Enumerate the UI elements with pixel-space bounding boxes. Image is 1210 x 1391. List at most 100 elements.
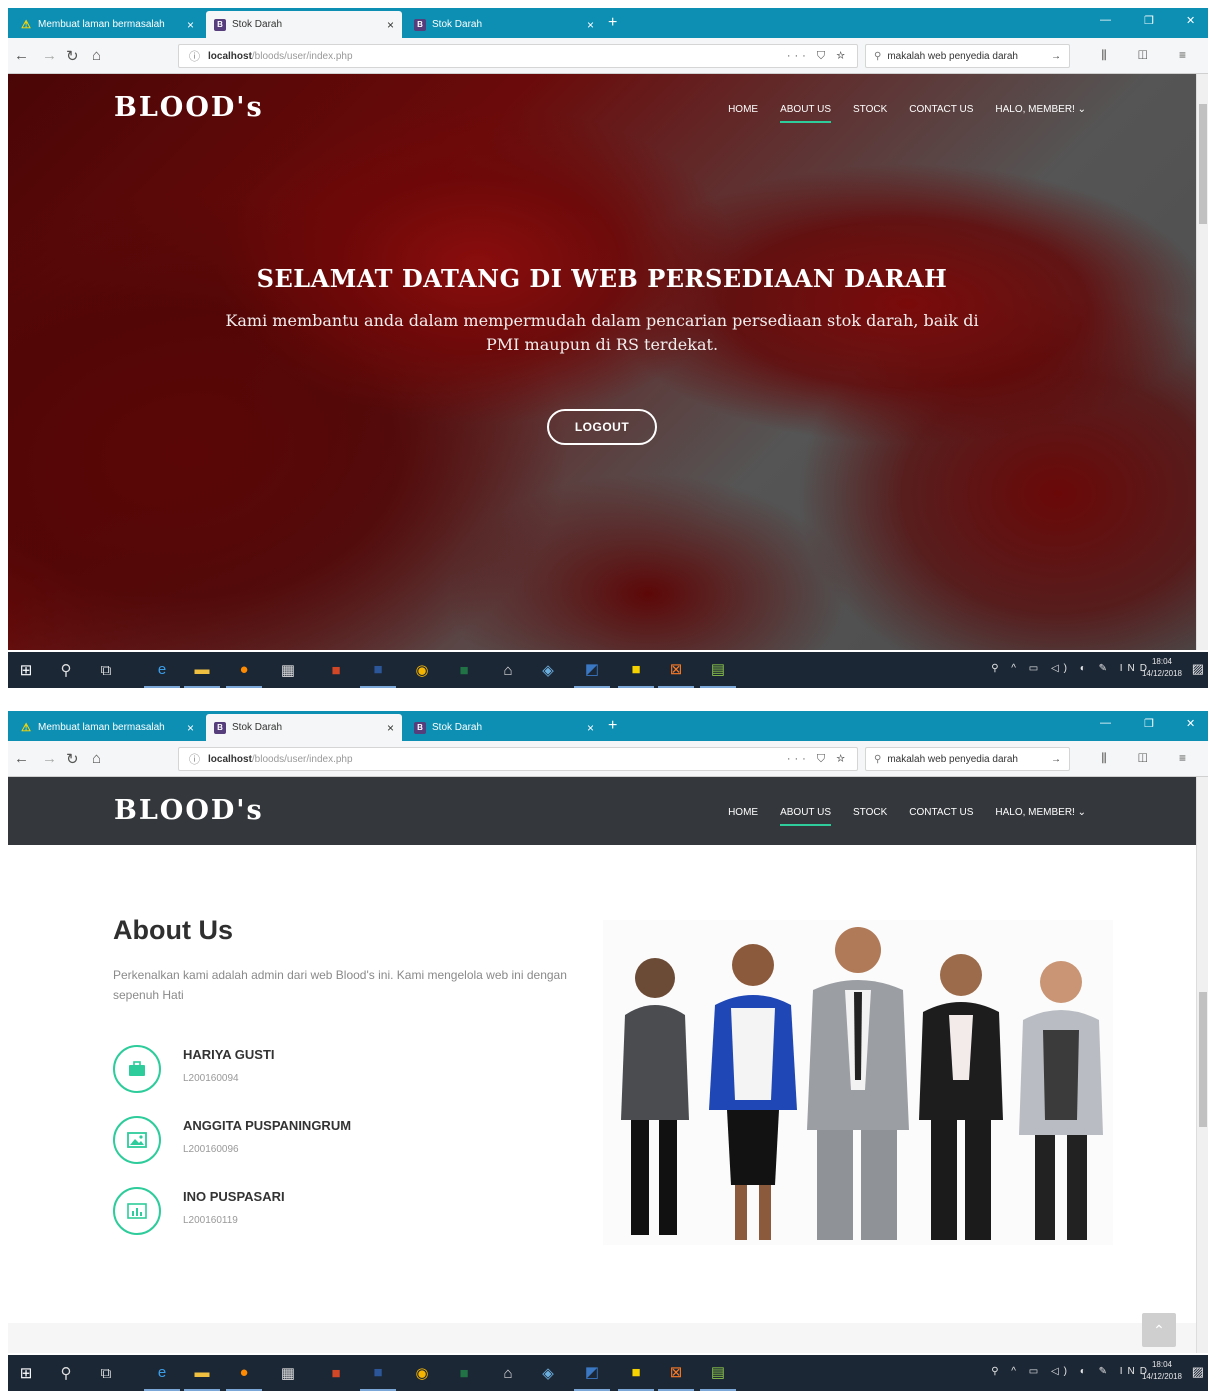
tab-close-icon[interactable]: × [387,721,394,735]
app-icon[interactable]: ◈ [530,1355,566,1391]
url-bar[interactable]: ⓘ localhost/bloods/user/index.php ··· ⛉ … [178,747,858,771]
minimize-icon[interactable]: — [1100,14,1111,26]
url-bar[interactable]: ⓘ localhost/bloods/user/index.php ··· ⛉ … [178,44,858,68]
page-scrollbar[interactable] [1196,74,1208,650]
reload-icon[interactable]: ↻ [66,750,79,768]
site-logo[interactable]: BLOOD's [114,92,264,123]
menu-contact-us[interactable]: CONTACT US [909,807,973,826]
tab-stok-darah[interactable]: B Stok Darah × [406,11,602,38]
excel-icon[interactable]: ■ [446,1355,482,1391]
edge-icon[interactable]: e [144,652,180,688]
edge-icon[interactable]: e [144,1355,180,1391]
menu-about-us[interactable]: ABOUT US [780,807,831,826]
store-icon[interactable]: ▦ [270,1355,306,1391]
powerpoint-icon[interactable]: ■ [318,1355,354,1391]
scrollbar-thumb[interactable] [1199,992,1207,1127]
close-window-icon[interactable]: ✕ [1186,14,1195,27]
search-go-icon[interactable]: → [1051,51,1061,62]
task-view-icon[interactable]: ⧉ [88,652,124,688]
back-icon[interactable]: ← [14,47,29,64]
logout-button[interactable]: LOGOUT [546,409,658,445]
menu-contact-us[interactable]: CONTACT US [909,104,973,123]
tab-close-icon[interactable]: × [387,18,394,32]
tab-close-icon[interactable]: × [587,721,594,735]
notepad-icon[interactable]: ▤ [700,652,736,688]
system-tray-icons[interactable]: ⚲ ^ ▭ ◁) ◐ ✎ IND [991,663,1152,674]
forward-icon[interactable]: → [42,47,57,64]
tab-membuat-laman[interactable]: ⚠ Membuat laman bermasalah × [12,11,202,38]
chrome-icon[interactable]: ◉ [404,652,440,688]
sticky-notes-icon[interactable]: ■ [618,652,654,688]
firefox-icon[interactable]: ● [226,1355,262,1391]
tab-stok-darah-active[interactable]: B Stok Darah × [206,714,402,741]
snipping-icon[interactable]: ◩ [574,1355,610,1391]
word-icon[interactable]: ■ [360,652,396,688]
firefox-icon[interactable]: ● [226,652,262,688]
system-tray-icons[interactable]: ⚲ ^ ▭ ◁) ◐ ✎ IND [991,1366,1152,1377]
menu-about-us[interactable]: ABOUT US [780,104,831,123]
home-icon[interactable]: ⌂ [92,47,101,64]
minimize-icon[interactable]: — [1100,717,1111,729]
maximize-icon[interactable]: ❐ [1144,14,1154,27]
tab-close-icon[interactable]: × [187,18,194,32]
scrollbar-thumb[interactable] [1199,104,1207,224]
network-app-icon[interactable]: ⌂ [490,1355,526,1391]
close-window-icon[interactable]: ✕ [1186,717,1195,730]
xampp-icon[interactable]: ⊠ [658,1355,694,1391]
excel-icon[interactable]: ■ [446,652,482,688]
notification-icon[interactable]: ▨ [1192,661,1204,677]
new-tab-button[interactable]: + [608,717,617,735]
menu-user-dropdown[interactable]: HALO, MEMBER! ⌄ [995,104,1086,123]
sticky-notes-icon[interactable]: ■ [618,1355,654,1391]
new-tab-button[interactable]: + [608,14,617,32]
page-scrollbar[interactable] [1196,777,1208,1353]
info-icon[interactable]: ⓘ [189,751,200,767]
back-icon[interactable]: ← [14,750,29,767]
word-icon[interactable]: ■ [360,1355,396,1391]
reload-icon[interactable]: ↻ [66,47,79,65]
taskbar-clock[interactable]: 18:04 14/12/2018 [1142,656,1182,680]
app-icon[interactable]: ◈ [530,652,566,688]
notepad-icon[interactable]: ▤ [700,1355,736,1391]
powerpoint-icon[interactable]: ■ [318,652,354,688]
taskbar-clock[interactable]: 18:04 14/12/2018 [1142,1359,1182,1383]
xampp-icon[interactable]: ⊠ [658,652,694,688]
search-input[interactable]: ⚲ makalah web penyedia darah → [865,44,1070,68]
file-explorer-icon[interactable]: ▬ [184,652,220,688]
windows-start-icon[interactable]: ⊞ [8,652,44,688]
menu-stock[interactable]: STOCK [853,104,887,123]
search-icon[interactable]: ⚲ [48,1355,84,1391]
tab-stok-darah[interactable]: B Stok Darah × [406,714,602,741]
windows-start-icon[interactable]: ⊞ [8,1355,44,1391]
home-icon[interactable]: ⌂ [92,750,101,767]
search-input[interactable]: ⚲ makalah web penyedia darah → [865,747,1070,771]
menu-home[interactable]: HOME [728,807,758,826]
notification-icon[interactable]: ▨ [1192,1364,1204,1380]
tab-membuat-laman[interactable]: ⚠ Membuat laman bermasalah × [12,714,202,741]
chrome-icon[interactable]: ◉ [404,1355,440,1391]
site-logo[interactable]: BLOOD's [114,795,264,826]
tab-close-icon[interactable]: × [587,18,594,32]
task-view-icon[interactable]: ⧉ [88,1355,124,1391]
page-actions-icon[interactable]: ··· ⛉ ☆ [787,50,849,63]
library-sidebar-menu-icons[interactable]: ⫼ ◫ ≡ [1101,751,1200,766]
about-description: Perkenalkan kami adalah admin dari web B… [113,968,567,1002]
network-app-icon[interactable]: ⌂ [490,652,526,688]
menu-home[interactable]: HOME [728,104,758,123]
forward-icon[interactable]: → [42,750,57,767]
tab-stok-darah-active[interactable]: B Stok Darah × [206,11,402,38]
browser-window-about: ⚠ Membuat laman bermasalah × B Stok Dara… [8,711,1208,1391]
tab-close-icon[interactable]: × [187,721,194,735]
search-icon[interactable]: ⚲ [48,652,84,688]
file-explorer-icon[interactable]: ▬ [184,1355,220,1391]
snipping-icon[interactable]: ◩ [574,652,610,688]
search-go-icon[interactable]: → [1051,754,1061,765]
maximize-icon[interactable]: ❐ [1144,717,1154,730]
menu-user-dropdown[interactable]: HALO, MEMBER! ⌄ [995,807,1086,826]
page-actions-icon[interactable]: ··· ⛉ ☆ [787,753,849,766]
back-to-top-button[interactable]: ⌃ [1142,1313,1176,1347]
store-icon[interactable]: ▦ [270,652,306,688]
menu-stock[interactable]: STOCK [853,807,887,826]
info-icon[interactable]: ⓘ [189,48,200,64]
library-sidebar-menu-icons[interactable]: ⫼ ◫ ≡ [1101,48,1200,63]
